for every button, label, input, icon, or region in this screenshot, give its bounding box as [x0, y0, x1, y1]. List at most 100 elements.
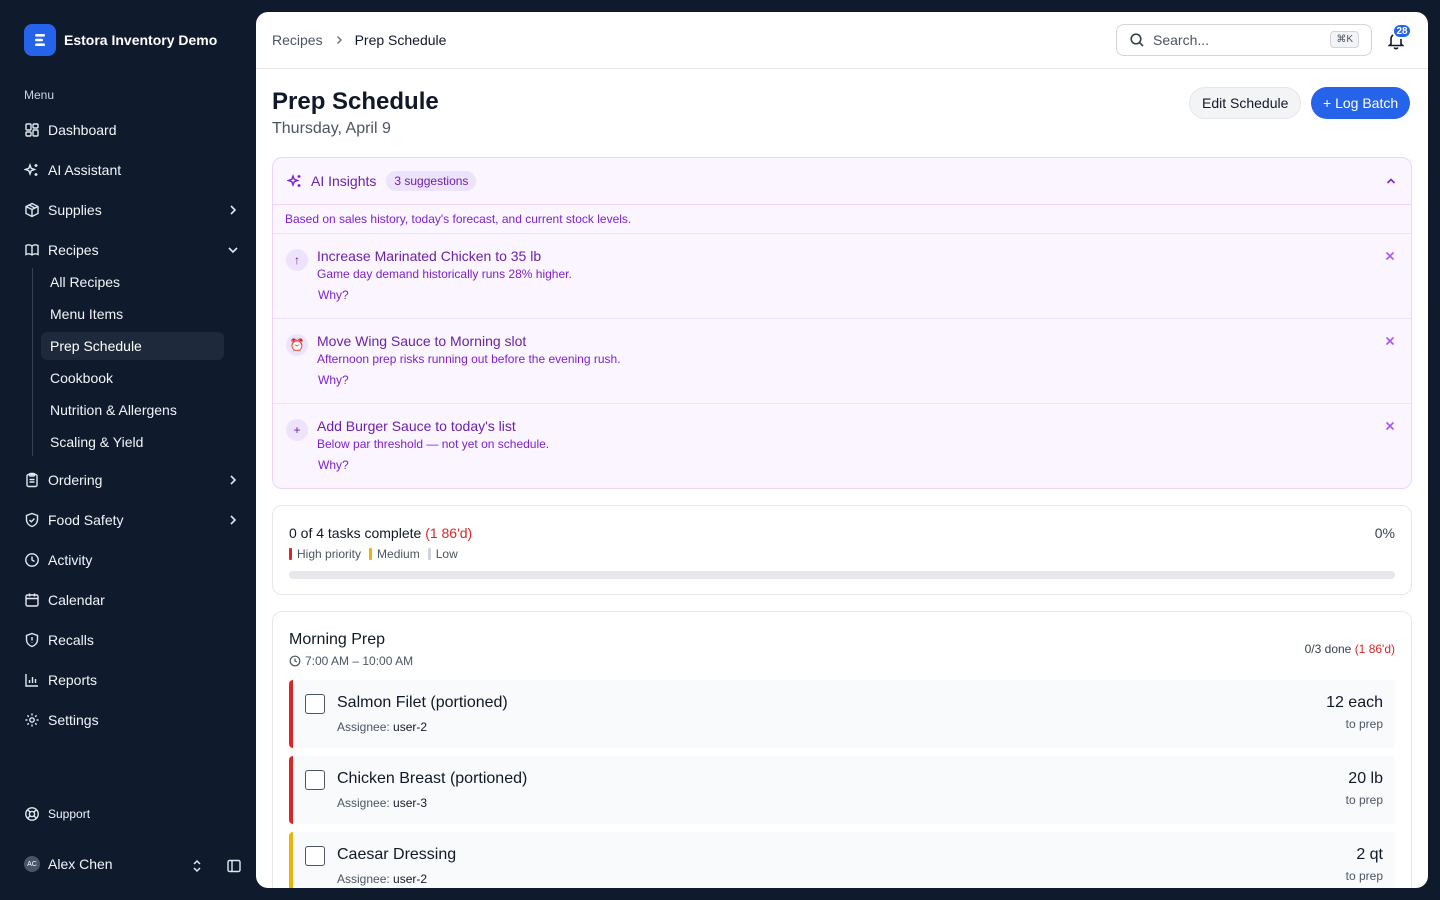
suggestion-title: Add Burger Sauce to today's list	[317, 418, 516, 434]
log-batch-button[interactable]: + Log Batch	[1311, 87, 1411, 119]
suggestion-why-link[interactable]: Why?	[318, 458, 349, 472]
search-box[interactable]: ⌘K	[1116, 24, 1372, 56]
suggestion-description: Afternoon prep risks running out before …	[317, 352, 621, 366]
sidebar-item-reports[interactable]: Reports	[16, 662, 248, 698]
search-shortcut: ⌘K	[1330, 31, 1359, 48]
gear-icon	[24, 712, 40, 728]
sidebar-item-label: AI Assistant	[48, 162, 122, 178]
sidebar-item-ai-assistant[interactable]: AI Assistant	[16, 152, 248, 188]
sidebar-item-supplies[interactable]: Supplies	[16, 192, 248, 228]
search-input[interactable]	[1153, 32, 1323, 48]
chevrons-up-down-icon[interactable]	[190, 858, 204, 874]
support-label: Support	[48, 807, 91, 821]
done-text: 0/3 done	[1304, 642, 1352, 656]
suggestion-item: ⏰ Move Wing Sauce to Morning slot Aftern…	[273, 319, 1411, 404]
main-panel: Recipes Prep Schedule ⌘K 28 Prep Schedul…	[256, 12, 1428, 888]
sidebar-item-label: Recalls	[48, 632, 94, 648]
sidebar-item-ordering[interactable]: Ordering	[16, 462, 248, 498]
task-checkbox[interactable]	[305, 846, 325, 866]
user-name: Alex Chen	[48, 856, 113, 872]
sidebar-item-dashboard[interactable]: Dashboard	[16, 112, 248, 148]
sidebar-item-label: Settings	[48, 712, 99, 728]
suggestion-title: Move Wing Sauce to Morning slot	[317, 333, 527, 349]
breadcrumb-recipes[interactable]: Recipes	[272, 32, 323, 48]
sidebar-item-recipes[interactable]: Recipes	[16, 232, 248, 268]
task-checkbox[interactable]	[305, 770, 325, 790]
subnav-item-scaling-yield[interactable]: Scaling & Yield	[41, 428, 224, 456]
close-icon[interactable]	[1385, 421, 1395, 431]
task-name: Chicken Breast (portioned)	[337, 770, 528, 787]
suggestion-item: + Add Burger Sauce to today's list Below…	[273, 404, 1411, 488]
search-icon	[1130, 33, 1144, 47]
progress-percent: 0%	[1374, 525, 1395, 541]
task-assignee: Assignee: user-3	[337, 796, 427, 810]
subnav-item-menu-items[interactable]: Menu Items	[41, 300, 224, 328]
task-name: Salmon Filet (portioned)	[337, 694, 508, 711]
legend-item-high: High priority	[289, 547, 361, 561]
plus-icon: +	[286, 419, 308, 441]
sidebar-item-label: Food Safety	[48, 512, 124, 528]
sparkles-icon	[287, 173, 301, 188]
suggestion-description: Below par threshold — not yet on schedul…	[317, 437, 550, 451]
brand-logo-icon	[24, 24, 56, 56]
assignee-value: user-2	[393, 720, 428, 734]
chevron-up-icon[interactable]	[1385, 175, 1397, 187]
suggestion-why-link[interactable]: Why?	[318, 288, 349, 302]
suggestion-why-link[interactable]: Why?	[318, 373, 349, 387]
breadcrumb-current: Prep Schedule	[354, 32, 447, 48]
brand[interactable]: Estora Inventory Demo	[24, 24, 217, 56]
lifebuoy-icon	[25, 807, 39, 821]
brand-name: Estora Inventory Demo	[64, 32, 218, 48]
legend-item-low: Low	[427, 547, 458, 561]
subnav-item-prep-schedule[interactable]: Prep Schedule	[41, 332, 224, 360]
ai-insights-header[interactable]: AI Insights 3 suggestions	[273, 158, 1411, 205]
sidebar-item-label: Dashboard	[48, 122, 117, 138]
sidebar-item-label: Activity	[48, 552, 93, 568]
assignee-value: user-2	[393, 872, 428, 886]
progress-card: 0 of 4 tasks complete (1 86'd) 0% High p…	[272, 505, 1412, 595]
legend-label: Low	[435, 547, 458, 561]
sidebar-item-label: Reports	[48, 672, 98, 688]
edit-schedule-button[interactable]: Edit Schedule	[1189, 87, 1302, 119]
user-menu[interactable]: AC Alex Chen	[24, 856, 242, 874]
task-checkbox[interactable]	[305, 694, 325, 714]
sidebar-item-activity[interactable]: Activity	[16, 542, 248, 578]
book-icon	[24, 242, 40, 258]
menu-label: Menu	[24, 88, 55, 102]
sidebar: Estora Inventory Demo Menu Dashboard AI …	[0, 0, 256, 900]
section-time: 7:00 AM – 10:00 AM	[289, 654, 413, 668]
tasks-complete-text: 0 of 4 tasks complete	[289, 525, 422, 541]
support-link[interactable]: Support	[24, 806, 90, 822]
sidebar-item-settings[interactable]: Settings	[16, 702, 248, 738]
priority-legend: High priority Medium Low	[289, 547, 458, 561]
subnav-item-all-recipes[interactable]: All Recipes	[41, 268, 224, 296]
clipboard-icon	[24, 472, 40, 488]
priority-stripe-high	[289, 756, 293, 824]
page-date: Thursday, April 9	[272, 120, 391, 137]
close-icon[interactable]	[1385, 251, 1395, 261]
sidebar-item-label: Ordering	[48, 472, 103, 488]
subnav-item-cookbook[interactable]: Cookbook	[41, 364, 224, 392]
progress-bar	[289, 571, 1395, 579]
task-row[interactable]: Caesar Dressing Assignee: user-2 2 qt to…	[289, 832, 1395, 888]
sidebar-item-label: Calendar	[48, 592, 105, 608]
task-row[interactable]: Salmon Filet (portioned) Assignee: user-…	[289, 680, 1395, 748]
assignee-label: Assignee:	[337, 872, 390, 886]
dashboard-icon	[24, 122, 40, 138]
task-quantity: 20 lb	[1348, 770, 1383, 787]
chevron-down-icon	[228, 247, 238, 254]
sidebar-item-calendar[interactable]: Calendar	[16, 582, 248, 618]
sidebar-item-recalls[interactable]: Recalls	[16, 622, 248, 658]
sparkles-icon	[24, 162, 40, 178]
sidebar-toggle-icon[interactable]	[226, 858, 242, 874]
ai-insights-panel: AI Insights 3 suggestions Based on sales…	[272, 157, 1412, 489]
calendar-icon	[24, 592, 40, 608]
sidebar-item-food-safety[interactable]: Food Safety	[16, 502, 248, 538]
task-quantity-label: to prep	[1345, 717, 1383, 731]
close-icon[interactable]	[1385, 336, 1395, 346]
recipes-subnav: All Recipes Menu Items Prep Schedule Coo…	[32, 268, 248, 456]
subnav-item-nutrition-allergens[interactable]: Nutrition & Allergens	[41, 396, 224, 424]
legend-label: High priority	[297, 547, 362, 561]
task-row[interactable]: Chicken Breast (portioned) Assignee: use…	[289, 756, 1395, 824]
overdue-count: (1 86'd)	[1354, 642, 1395, 656]
